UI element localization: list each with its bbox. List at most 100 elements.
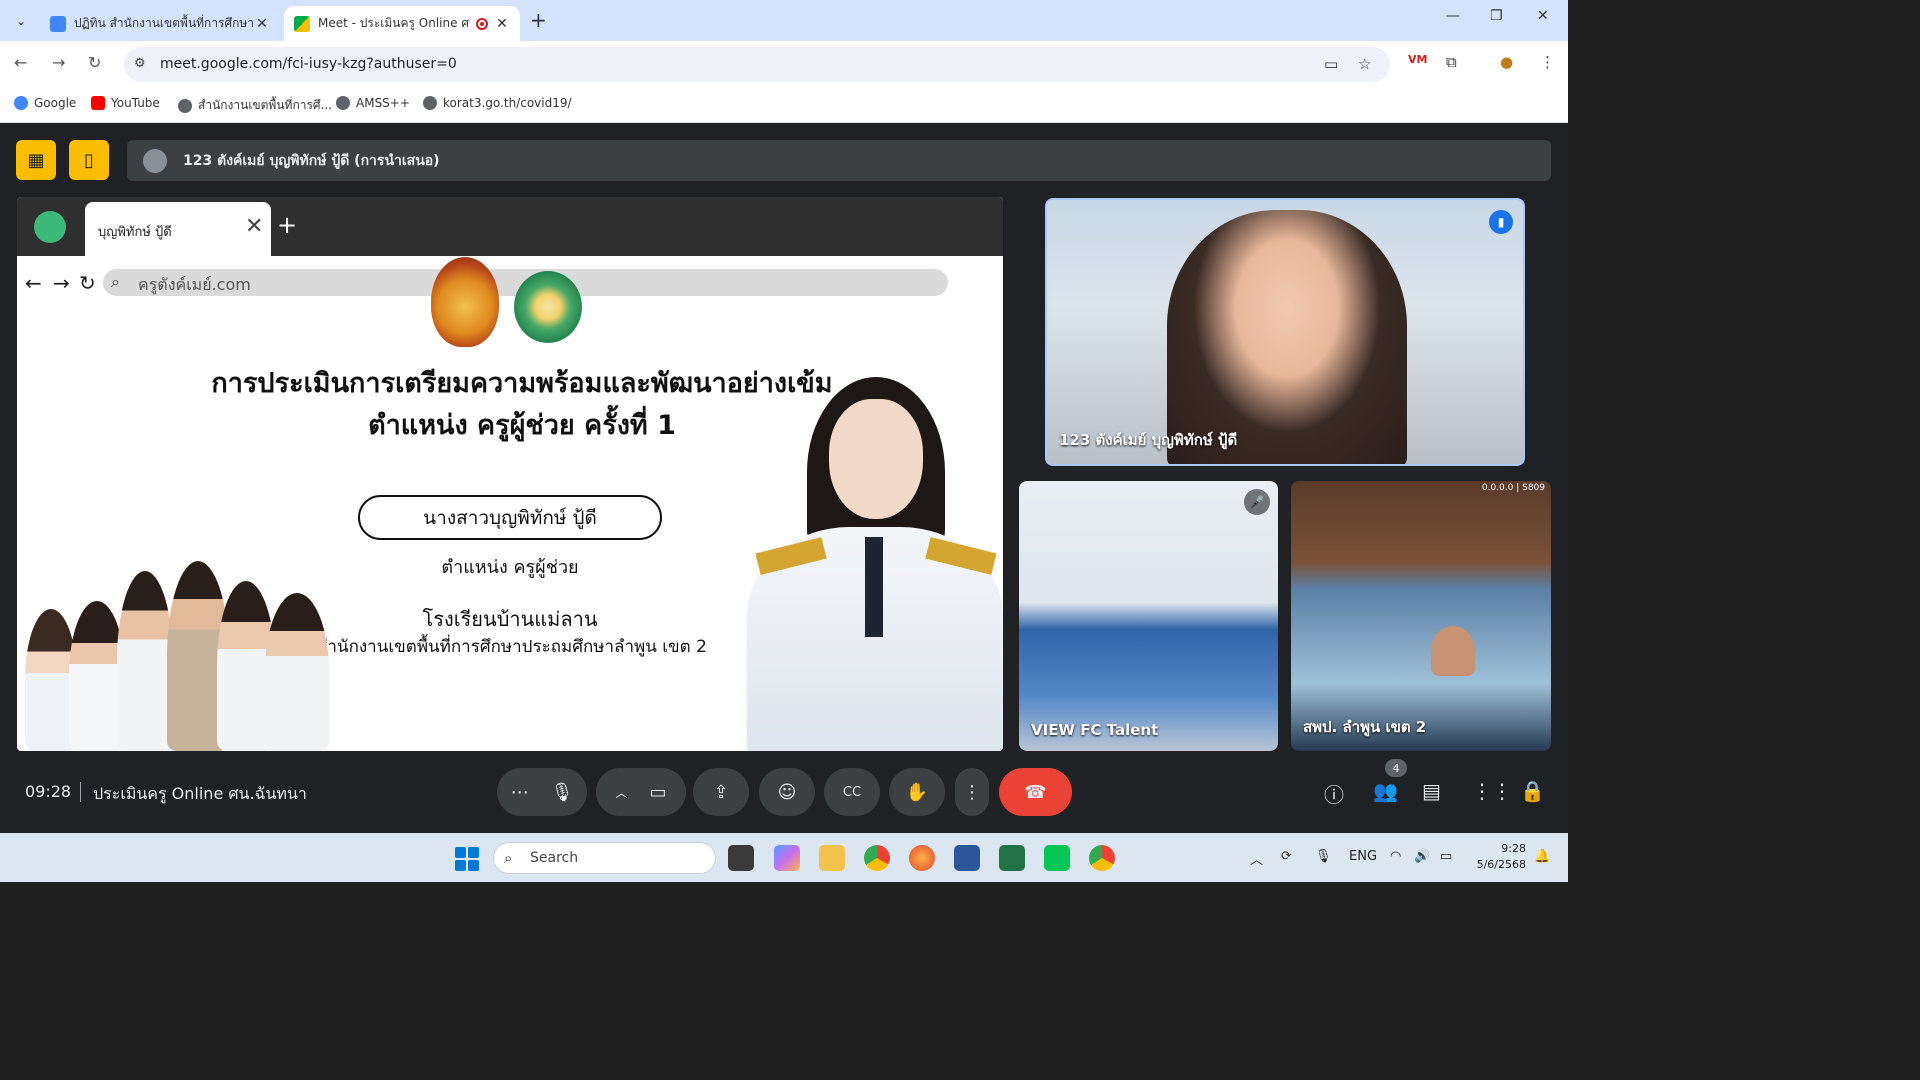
globe-icon <box>336 96 350 110</box>
language-indicator[interactable]: ENG <box>1349 849 1377 864</box>
bookmark-star-icon[interactable]: ☆ <box>1358 55 1371 73</box>
extensions-puzzle-icon[interactable]: ⧉ <box>1446 53 1457 71</box>
info-icon[interactable]: ⓘ <box>1324 779 1344 808</box>
profile-avatar[interactable]: ● <box>1500 53 1513 71</box>
sync-icon[interactable]: ⟳ <box>1281 849 1292 864</box>
slide-logo-dot <box>34 211 66 243</box>
close-tab-icon[interactable]: ✕ <box>494 16 510 32</box>
slide-tab: บุญพิทักษ์ ปู้ดี ✕ <box>85 202 271 256</box>
more-options-icon[interactable]: ⋯ <box>511 782 529 803</box>
reload-icon[interactable]: ↻ <box>88 53 101 72</box>
forward-icon[interactable]: → <box>52 53 65 72</box>
host-controls-lock-icon[interactable]: 🔒 <box>1520 779 1545 803</box>
divider <box>80 782 81 802</box>
search-icon: ⌕ <box>504 849 513 867</box>
battery-icon[interactable]: ▭ <box>1440 849 1452 864</box>
meet-stage: ▦ ▯ 123 ตังค์เมย์ บุญพิทักษ์ ปู้ดี (การน… <box>0 123 1568 833</box>
chevron-up-icon[interactable]: ︿ <box>615 784 627 801</box>
shared-screen: บุญพิทักษ์ ปู้ดี ✕ + ← → ↻ ⌕ ครูตังค์เมย… <box>17 197 1003 751</box>
camera-permission-icon[interactable]: ▭ <box>1324 55 1338 73</box>
arrow-right-icon: → <box>53 271 70 295</box>
participant-name: สพป. ลำพูน เขต 2 <box>1303 718 1427 736</box>
browser-toolbar: ← → ↻ ⚙ meet.google.com/fci-iusy-kzg?aut… <box>0 41 1568 88</box>
file-explorer-icon[interactable] <box>819 845 845 871</box>
taskbar-search-label: Search <box>530 850 579 866</box>
participant-tile-view-fc[interactable]: 🎤 VIEW FC Talent <box>1019 481 1278 751</box>
person-name-pill: นางสาวบุญพิทักษ์ ปู้ดี <box>358 495 662 540</box>
close-window-icon[interactable]: ✕ <box>1537 8 1549 24</box>
url-text[interactable]: meet.google.com/fci-iusy-kzg?authuser=0 <box>160 56 457 72</box>
excel-icon[interactable] <box>999 845 1025 871</box>
activities-grid-icon[interactable]: ⋮⋮ <box>1472 779 1512 803</box>
extension-icon[interactable]: VM <box>1408 53 1427 66</box>
bookmark-amss[interactable]: AMSS++ <box>336 96 410 110</box>
overflow-menu-button[interactable]: ⋮ <box>955 768 989 816</box>
clock-time: 9:28 <box>1501 842 1526 855</box>
tab-meet[interactable]: Meet - ประเมินครู Online ศน. ✕ <box>284 6 520 41</box>
leave-call-button[interactable]: ☎ <box>999 768 1072 816</box>
captions-button[interactable]: CC <box>824 768 880 816</box>
tray-chevron-icon[interactable]: ︿ <box>1250 849 1263 868</box>
layout-button[interactable]: ▯ <box>69 140 109 180</box>
word-icon[interactable] <box>954 845 980 871</box>
chrome-active-icon[interactable] <box>1089 845 1115 871</box>
participant-name: 123 ตังค์เมย์ บุญพิทักษ์ ปู้ดี <box>1059 431 1238 449</box>
camera-icon[interactable]: ▭ <box>650 782 667 803</box>
meeting-clock: 09:28 <box>25 782 72 801</box>
teacher-portrait <box>747 377 1003 751</box>
bookmark-area-office[interactable]: สำนักงานเขตพื้นที่การศึ... <box>178 96 332 115</box>
chat-icon[interactable]: ▤ <box>1422 779 1441 803</box>
firefox-icon[interactable] <box>909 845 935 871</box>
new-tab-button[interactable]: + <box>530 8 547 32</box>
bookmark-korat3[interactable]: korat3.go.th/covid19/ <box>423 96 572 110</box>
notifications-icon[interactable]: 🔔 <box>1534 849 1550 864</box>
browser-menu-icon[interactable]: ⋮ <box>1540 53 1555 71</box>
task-view-icon[interactable] <box>728 845 754 871</box>
taskbar-search[interactable]: ⌕ Search <box>493 842 716 874</box>
camera-hud-text: 0.0.0.0 | S809 <box>1481 483 1545 493</box>
participant-tile-speaker[interactable]: ▮ 123 ตังค์เมย์ บุญพิทักษ์ ปู้ดี <box>1045 198 1525 466</box>
copilot-icon[interactable] <box>774 845 800 871</box>
school-emblem <box>514 271 582 343</box>
volume-icon[interactable]: 🔊 <box>1414 849 1430 864</box>
restore-icon[interactable]: ❐ <box>1490 8 1503 24</box>
windows-start-icon[interactable] <box>455 847 479 871</box>
line-icon[interactable] <box>1044 845 1070 871</box>
hand-icon: ✋ <box>905 781 929 803</box>
address-bar[interactable]: ⚙ meet.google.com/fci-iusy-kzg?authuser=… <box>124 47 1390 82</box>
microphone-icon[interactable]: 🎙 <box>551 782 574 803</box>
back-icon[interactable]: ← <box>14 53 27 72</box>
people-icon[interactable]: 👥 <box>1373 779 1398 803</box>
obec-emblem <box>431 257 499 347</box>
tab-calendar[interactable]: ปฏิทิน สำนักงานเขตพื้นที่การศึกษาป ✕ <box>40 6 280 41</box>
close-tab-icon[interactable]: ✕ <box>254 16 270 32</box>
taskbar-clock[interactable]: 9:28 5/6/2568 <box>1474 841 1526 873</box>
raise-hand-button[interactable]: ✋ <box>889 768 945 816</box>
search-icon: ⌕ <box>111 272 120 291</box>
participant-name: VIEW FC Talent <box>1031 721 1159 739</box>
presentation-off-button[interactable]: ▦ <box>16 140 56 180</box>
meeting-name: ประเมินครู Online ศน.ฉันทนา <box>93 784 307 803</box>
site-info-icon[interactable]: ⚙ <box>134 56 146 71</box>
slide-position: ตำแหน่ง ครูผู้ช่วย <box>441 557 579 578</box>
present-button[interactable]: ⇪ <box>693 768 749 816</box>
participant-tile-lamphun[interactable]: 0.0.0.0 | S809 สพป. ลำพูน เขต 2 <box>1291 481 1551 751</box>
chrome-icon[interactable] <box>864 845 890 871</box>
emoji-icon: ☺ <box>777 781 797 803</box>
emoji-button[interactable]: ☺ <box>759 768 815 816</box>
captions-icon: CC <box>842 784 862 800</box>
arrow-left-icon: ← <box>25 271 42 295</box>
refresh-icon: ↻ <box>79 271 96 295</box>
bookmark-youtube[interactable]: YouTube <box>91 96 160 110</box>
hang-up-icon: ☎ <box>1024 781 1047 803</box>
wifi-icon[interactable]: ◠ <box>1390 849 1401 864</box>
avatar <box>143 148 167 173</box>
tab-search-icon[interactable]: ⌄ <box>8 8 34 34</box>
presenter-bar: 123 ตังค์เมย์ บุญพิทักษ์ ปู้ดี (การนำเสน… <box>127 140 1551 181</box>
slide-school: โรงเรียนบ้านแม่ลาน <box>422 607 598 631</box>
close-icon: ✕ <box>245 214 264 239</box>
students-photo <box>17 557 352 751</box>
mic-tray-icon[interactable]: 🎙 <box>1315 849 1332 864</box>
bookmark-google[interactable]: Google <box>14 96 76 110</box>
minimize-icon[interactable]: — <box>1446 8 1460 24</box>
